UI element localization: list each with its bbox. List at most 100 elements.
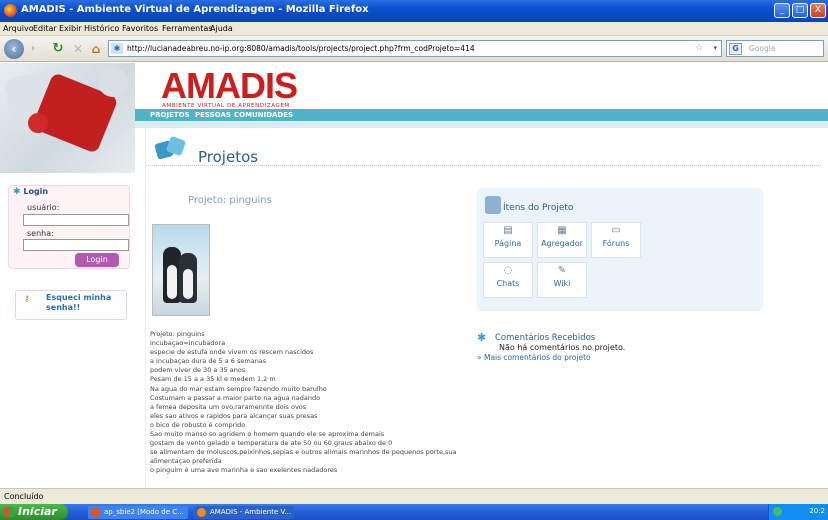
- home-icon[interactable]: ⌂: [88, 39, 104, 59]
- stop-icon[interactable]: ✕: [70, 39, 86, 59]
- window-title-bar: AMADIS - Ambiente Virtual de Aprendizage…: [0, 0, 828, 22]
- project-items-panel: Ítens do Projeto ▤ Página ▦ Agregador ▭ …: [477, 188, 763, 311]
- title-divider: [146, 165, 821, 166]
- item-agregador[interactable]: ▦ Agregador: [537, 222, 587, 258]
- text-line: incubaçao=incubadora: [150, 339, 226, 348]
- address-url[interactable]: http://lucianadeabreu.no-ip.org:8080/ama…: [127, 44, 475, 53]
- back-button[interactable]: ‹: [4, 39, 24, 59]
- start-label[interactable]: Iniciar: [18, 505, 57, 518]
- status-bar: Concluído: [0, 488, 828, 504]
- aggregator-icon: ▦: [557, 225, 567, 236]
- menu-arquivo[interactable]: Arquivo: [3, 24, 34, 33]
- search-placeholder[interactable]: Google: [749, 44, 775, 53]
- key-icon: ⚷: [24, 294, 30, 303]
- window-title: AMADIS - Ambiente Virtual de Aprendizage…: [21, 4, 369, 15]
- text-line: o bico de robusto é comprido: [150, 420, 246, 429]
- text-line: Costumam a passar a maior parte na agua …: [150, 393, 321, 402]
- item-pagina-label[interactable]: Página: [484, 239, 532, 248]
- login-box: ✱ Login usuário: senha: Login: [8, 185, 130, 269]
- text-line: Projeto: pinguins: [150, 330, 205, 338]
- items-title: Ítens do Projeto: [503, 203, 574, 213]
- more-comments-link[interactable]: » Mais comentários do projeto: [477, 353, 591, 362]
- item-wiki-label[interactable]: Wiki: [538, 279, 586, 288]
- site-nav: PROJETOS PESSOAS COMUNIDADES: [135, 109, 828, 121]
- text-line: Pesam de 15 a a 35 kl e medem 1,2 m: [150, 375, 276, 384]
- text-line: Sao muito manso so agridem o homem quand…: [150, 430, 385, 439]
- minimize-button[interactable]: _: [774, 3, 790, 18]
- item-foruns-label[interactable]: Fóruns: [592, 239, 640, 248]
- text-line: eles sao ativos e rapidos para alcançar …: [150, 411, 318, 420]
- system-tray: 20:2: [768, 504, 828, 520]
- text-line: alimentaçao preferida: [150, 457, 222, 466]
- close-button[interactable]: X: [810, 3, 826, 18]
- left-sidebar: ✱ Login usuário: senha: Login ⚷ Esqueci …: [0, 63, 135, 488]
- forgot-password-text[interactable]: Esqueci minha senha!!: [46, 293, 126, 313]
- task-powerpoint[interactable]: ap_sbie2 [Modo de C...: [88, 506, 188, 519]
- menu-historico[interactable]: Histórico: [84, 24, 119, 33]
- password-input[interactable]: [23, 239, 129, 251]
- reload-icon[interactable]: ↻: [50, 39, 66, 59]
- menu-favoritos[interactable]: Favoritos: [122, 24, 158, 33]
- bookmark-star-icon[interactable]: ☆: [695, 43, 703, 53]
- item-chats-label[interactable]: Chats: [484, 279, 532, 288]
- projects-icon: [154, 135, 187, 160]
- username-input[interactable]: [23, 214, 129, 226]
- text-line: podem viver de 30 a 35 anos: [150, 366, 246, 375]
- menu-ajuda[interactable]: Ajuda: [210, 24, 233, 33]
- status-text: Concluído: [4, 492, 44, 501]
- project-description: Projeto: pinguins incubaçao=incubadora e…: [150, 330, 480, 476]
- forgot-password-link[interactable]: ⚷ Esqueci minha senha!!: [15, 290, 127, 320]
- text-line: a femea deposita um ovo,raramennte dois …: [150, 402, 307, 411]
- task-firefox[interactable]: AMADIS - Ambiente V...: [194, 506, 294, 519]
- puzzle-decoration: [0, 63, 135, 173]
- windows-logo-icon: [4, 507, 14, 517]
- nav-comunidades[interactable]: COMUNIDADES: [234, 111, 293, 119]
- maximize-button[interactable]: □: [792, 3, 808, 18]
- text-line: gostam de vento gelado e temperatura de …: [150, 439, 393, 448]
- menu-exibir[interactable]: Exibir: [59, 24, 82, 33]
- web-page: ✱ Login usuário: senha: Login ⚷ Esqueci …: [0, 63, 828, 488]
- start-button[interactable]: Iniciar: [0, 504, 68, 520]
- item-wiki[interactable]: ✎ Wiki: [537, 262, 587, 298]
- item-chats[interactable]: ◌ Chats: [483, 262, 533, 298]
- nav-projetos[interactable]: PROJETOS: [150, 111, 190, 119]
- google-icon[interactable]: G: [729, 43, 742, 55]
- url-dropdown-icon[interactable]: ▾: [713, 44, 717, 52]
- search-box[interactable]: G Google: [726, 40, 824, 57]
- item-pagina[interactable]: ▤ Página: [483, 222, 533, 258]
- text-line: o pinguim é uma ave marinha e sao exelen…: [150, 466, 338, 475]
- firefox-task-icon: [197, 508, 206, 517]
- firefox-icon: [4, 4, 17, 17]
- items-icon: [485, 196, 501, 214]
- menu-ferramentas[interactable]: Ferramentas: [162, 24, 212, 33]
- menu-editar[interactable]: Editar: [33, 24, 57, 33]
- login-icon: ✱: [13, 187, 21, 197]
- item-agregador-label[interactable]: Agregador: [538, 239, 586, 248]
- clock: 20:2: [809, 507, 825, 515]
- powerpoint-icon: [91, 508, 100, 517]
- comments-message: Não há comentários no projeto.: [499, 343, 626, 352]
- address-bar[interactable]: ✱ http://lucianadeabreu.no-ip.org:8080/a…: [108, 40, 722, 57]
- site-logo[interactable]: AMADIS: [161, 68, 298, 104]
- forum-icon: ▭: [611, 225, 621, 236]
- item-foruns[interactable]: ▭ Fóruns: [591, 222, 641, 258]
- forward-button[interactable]: ›: [26, 39, 40, 59]
- site-favicon: ✱: [111, 43, 123, 54]
- comments-section: ✱ Comentários Recebidos Não há comentári…: [477, 331, 777, 371]
- windows-taskbar: Iniciar ap_sbie2 [Modo de C... AMADIS - …: [0, 504, 828, 520]
- page-icon: ▤: [503, 225, 513, 236]
- page-title: Projetos: [198, 148, 259, 166]
- login-title: ✱ Login: [13, 187, 49, 197]
- tray-icon[interactable]: [773, 507, 782, 516]
- menu-bar: Arquivo Editar Exibir Histórico Favorito…: [0, 22, 828, 36]
- nav-underline: [135, 121, 828, 128]
- task-firefox-label[interactable]: AMADIS - Ambiente V...: [210, 508, 291, 516]
- nav-pessoas[interactable]: PESSOAS: [195, 111, 231, 119]
- text-line: se alimentam de moluscos,peixinhos,sepia…: [150, 448, 457, 457]
- login-button[interactable]: Login: [75, 253, 119, 267]
- task-powerpoint-label[interactable]: ap_sbie2 [Modo de C...: [104, 508, 184, 516]
- wiki-icon: ✎: [557, 265, 567, 276]
- username-label: usuário:: [27, 203, 60, 212]
- main-content: Projetos Projeto: pinguins Projeto: ping…: [145, 128, 821, 488]
- text-line: a incubaçao dura de 5 a 6 semanas: [150, 357, 267, 366]
